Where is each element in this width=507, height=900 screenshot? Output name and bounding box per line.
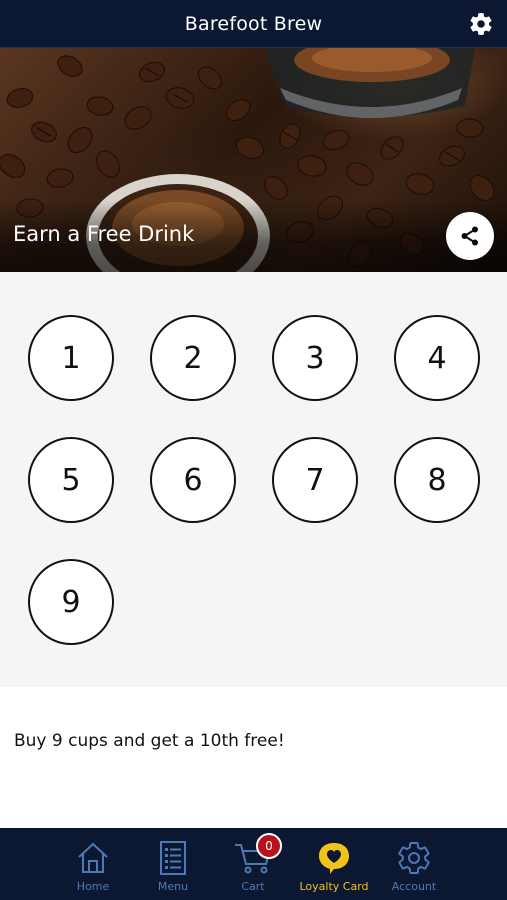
stamp-1[interactable]: 1	[28, 315, 114, 401]
hero-banner: Earn a Free Drink	[0, 48, 507, 272]
stamp-6[interactable]: 6	[150, 437, 236, 523]
account-gear-icon	[398, 842, 430, 875]
nav-loyalty-card[interactable]: Loyalty Card	[294, 828, 374, 900]
nav-home-label: Home	[76, 880, 110, 893]
nav-home[interactable]: Home	[53, 828, 133, 900]
stamp-7[interactable]: 7	[272, 437, 358, 523]
heart-badge-icon	[319, 843, 349, 874]
menu-list-icon	[160, 841, 186, 875]
stamp-2[interactable]: 2	[150, 315, 236, 401]
share-icon	[461, 226, 478, 246]
stamp-5[interactable]: 5	[28, 437, 114, 523]
stamp-3[interactable]: 3	[272, 315, 358, 401]
nav-cart-label: Cart	[241, 880, 265, 893]
settings-gear-icon[interactable]	[468, 11, 494, 37]
home-icon	[78, 842, 108, 873]
app-header: Barefoot Brew	[0, 0, 507, 48]
loyalty-description: Buy 9 cups and get a 10th free!	[14, 731, 285, 751]
stamp-4[interactable]: 4	[394, 315, 480, 401]
cart-count-badge: 0	[256, 833, 282, 859]
hero-caption: Earn a Free Drink	[13, 222, 195, 246]
nav-menu[interactable]: Menu	[133, 828, 213, 900]
nav-loyalty-label: Loyalty Card	[299, 880, 369, 893]
bottom-navigation: Home Menu 0 Cart Loyalty Card Account	[0, 828, 507, 900]
nav-menu-label: Menu	[157, 880, 189, 893]
stamp-9[interactable]: 9	[28, 559, 114, 645]
stamp-card: 1 2 3 4 5 6 7 8 9	[0, 272, 507, 687]
share-button[interactable]	[446, 212, 494, 260]
app-title: Barefoot Brew	[184, 12, 323, 35]
stamp-8[interactable]: 8	[394, 437, 480, 523]
nav-cart[interactable]: 0 Cart	[213, 828, 293, 900]
nav-account-label: Account	[391, 880, 437, 893]
nav-account[interactable]: Account	[374, 828, 454, 900]
